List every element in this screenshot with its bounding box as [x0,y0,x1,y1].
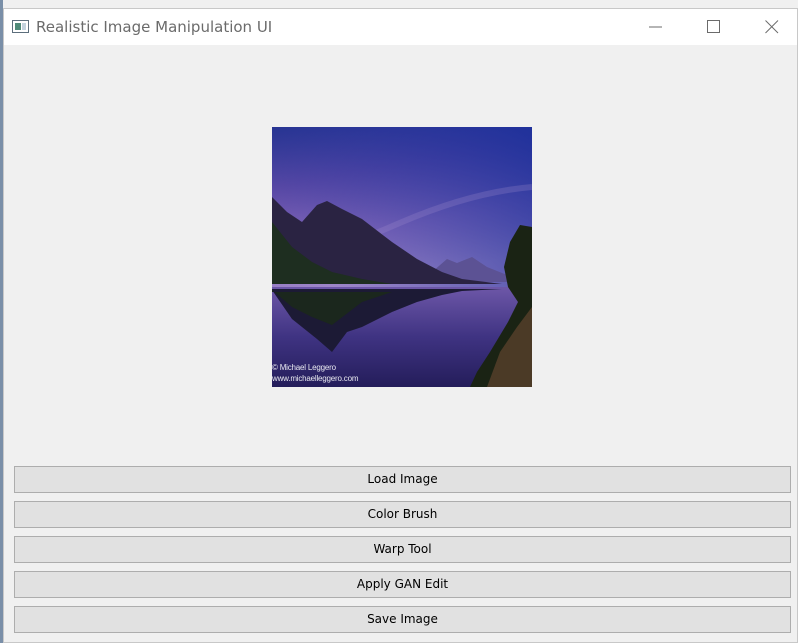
load-image-button[interactable]: Load Image [14,466,791,493]
warp-tool-button[interactable]: Warp Tool [14,536,791,563]
maximize-icon [707,20,720,33]
close-icon [765,20,779,34]
minimize-button[interactable] [633,9,679,45]
image-credit-name: © Michael Leggero [272,363,336,372]
title-bar[interactable]: Realistic Image Manipulation UI [4,9,797,45]
apply-gan-edit-button[interactable]: Apply GAN Edit [14,571,791,598]
app-window: Realistic Image Manipulation UI © Michae… [3,8,798,643]
color-brush-button[interactable]: Color Brush [14,501,791,528]
minimize-icon [649,26,662,28]
window-title: Realistic Image Manipulation UI [36,18,273,36]
image-canvas[interactable]: © Michael Leggero www.michaelleggero.com [272,127,532,387]
image-credit-url: www.michaelleggero.com [272,374,359,383]
save-image-button[interactable]: Save Image [14,606,791,633]
landscape-image [272,127,532,387]
app-window-icon [12,20,29,33]
close-button[interactable] [749,9,795,45]
maximize-button[interactable] [691,9,737,45]
